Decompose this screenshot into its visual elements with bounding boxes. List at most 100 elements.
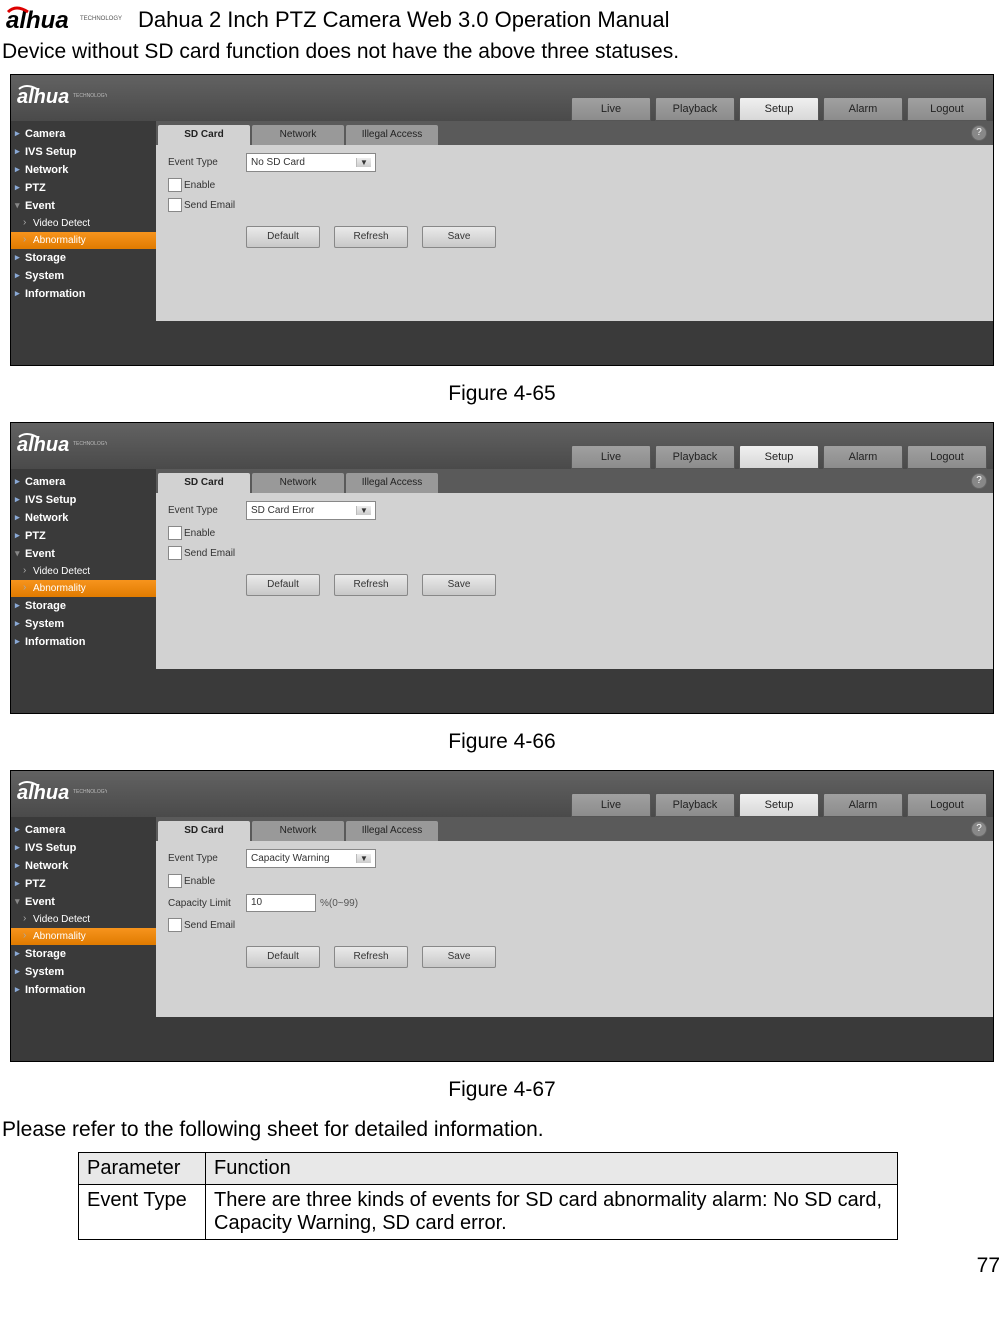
- parameter-table: Parameter Function Event Type There are …: [78, 1152, 898, 1240]
- figure-4-65-screenshot: alhuaTECHNOLOGY Live Playback Setup Alar…: [10, 74, 994, 366]
- figure-4-67-screenshot: alhuaTECHNOLOGY Live Playback Setup Alar…: [10, 770, 994, 1062]
- sidebar-camera[interactable]: Camera: [11, 473, 156, 491]
- capacity-limit-label: Capacity Limit: [168, 898, 246, 909]
- nav-playback[interactable]: Playback: [655, 445, 735, 469]
- nav-live[interactable]: Live: [571, 97, 651, 121]
- help-icon[interactable]: ?: [971, 821, 987, 837]
- tab-network[interactable]: Network: [252, 821, 344, 841]
- sidebar-ivs[interactable]: IVS Setup: [11, 839, 156, 857]
- sidebar: Camera IVS Setup Network PTZ Event Video…: [11, 121, 156, 321]
- app-footer: [11, 669, 993, 713]
- sidebar-event[interactable]: Event: [11, 197, 156, 215]
- save-button[interactable]: Save: [422, 574, 496, 596]
- nav-setup[interactable]: Setup: [739, 97, 819, 121]
- svg-text:alhua: alhua: [17, 782, 69, 804]
- refer-line: Please refer to the following sheet for …: [2, 1118, 1002, 1142]
- sidebar-event[interactable]: Event: [11, 545, 156, 563]
- help-icon[interactable]: ?: [971, 125, 987, 141]
- sidebar-ivs[interactable]: IVS Setup: [11, 143, 156, 161]
- nav-setup[interactable]: Setup: [739, 445, 819, 469]
- save-button[interactable]: Save: [422, 226, 496, 248]
- sidebar-information[interactable]: Information: [11, 285, 156, 303]
- sidebar-network[interactable]: Network: [11, 161, 156, 179]
- sidebar-video-detect[interactable]: Video Detect: [11, 911, 156, 928]
- figure-caption-2: Figure 4-66: [0, 730, 1004, 754]
- default-button[interactable]: Default: [246, 226, 320, 248]
- send-email-checkbox[interactable]: [168, 546, 182, 560]
- sidebar-video-detect[interactable]: Video Detect: [11, 215, 156, 232]
- enable-checkbox[interactable]: [168, 526, 182, 540]
- nav-live[interactable]: Live: [571, 793, 651, 817]
- sidebar-abnormality[interactable]: Abnormality: [11, 580, 156, 597]
- sidebar-abnormality[interactable]: Abnormality: [11, 232, 156, 249]
- tab-sdcard[interactable]: SD Card: [158, 473, 250, 493]
- sidebar-information[interactable]: Information: [11, 633, 156, 651]
- table-header-function: Function: [206, 1153, 898, 1185]
- tab-network[interactable]: Network: [252, 473, 344, 493]
- refresh-button[interactable]: Refresh: [334, 574, 408, 596]
- sidebar-abnormality[interactable]: Abnormality: [11, 928, 156, 945]
- enable-label: Enable: [184, 528, 215, 539]
- tab-illegal-access[interactable]: Illegal Access: [346, 473, 438, 493]
- sidebar-storage[interactable]: Storage: [11, 945, 156, 963]
- nav-playback[interactable]: Playback: [655, 793, 735, 817]
- nav-alarm[interactable]: Alarm: [823, 793, 903, 817]
- alhua-logo: alhua TECHNOLOGY: [6, 4, 126, 36]
- sidebar-event[interactable]: Event: [11, 893, 156, 911]
- main-panel: SD Card Network Illegal Access ? Event T…: [156, 121, 993, 321]
- event-type-select[interactable]: Capacity Warning▼: [246, 849, 376, 868]
- refresh-button[interactable]: Refresh: [334, 226, 408, 248]
- send-email-checkbox[interactable]: [168, 198, 182, 212]
- tab-illegal-access[interactable]: Illegal Access: [346, 821, 438, 841]
- default-button[interactable]: Default: [246, 574, 320, 596]
- sidebar-ptz[interactable]: PTZ: [11, 179, 156, 197]
- sidebar-storage[interactable]: Storage: [11, 249, 156, 267]
- event-type-select[interactable]: No SD Card▼: [246, 153, 376, 172]
- tab-sdcard[interactable]: SD Card: [158, 821, 250, 841]
- sidebar-system[interactable]: System: [11, 267, 156, 285]
- sidebar-storage[interactable]: Storage: [11, 597, 156, 615]
- sidebar-camera[interactable]: Camera: [11, 821, 156, 839]
- sidebar-network[interactable]: Network: [11, 509, 156, 527]
- settings-form: Event Type No SD Card▼ Enable Send Email…: [156, 145, 993, 262]
- sidebar-video-detect[interactable]: Video Detect: [11, 563, 156, 580]
- sidebar-ptz[interactable]: PTZ: [11, 875, 156, 893]
- app-logo: alhuaTECHNOLOGY: [17, 83, 107, 113]
- save-button[interactable]: Save: [422, 946, 496, 968]
- nav-alarm[interactable]: Alarm: [823, 97, 903, 121]
- button-row: Default Refresh Save: [246, 574, 981, 596]
- sidebar-system[interactable]: System: [11, 963, 156, 981]
- sidebar-camera[interactable]: Camera: [11, 125, 156, 143]
- enable-checkbox[interactable]: [168, 874, 182, 888]
- send-email-checkbox[interactable]: [168, 918, 182, 932]
- help-icon[interactable]: ?: [971, 473, 987, 489]
- table-header-parameter: Parameter: [79, 1153, 206, 1185]
- nav-playback[interactable]: Playback: [655, 97, 735, 121]
- sidebar-network[interactable]: Network: [11, 857, 156, 875]
- settings-form: Event Type Capacity Warning▼ Enable Capa…: [156, 841, 993, 982]
- svg-text:TECHNOLOGY: TECHNOLOGY: [73, 93, 107, 99]
- refresh-button[interactable]: Refresh: [334, 946, 408, 968]
- sidebar-information[interactable]: Information: [11, 981, 156, 999]
- enable-checkbox[interactable]: [168, 178, 182, 192]
- event-type-label: Event Type: [168, 853, 246, 864]
- sidebar-system[interactable]: System: [11, 615, 156, 633]
- event-type-select[interactable]: SD Card Error▼: [246, 501, 376, 520]
- nav-logout[interactable]: Logout: [907, 793, 987, 817]
- nav-logout[interactable]: Logout: [907, 445, 987, 469]
- nav-setup[interactable]: Setup: [739, 793, 819, 817]
- sidebar-ivs[interactable]: IVS Setup: [11, 491, 156, 509]
- nav-logout[interactable]: Logout: [907, 97, 987, 121]
- tab-sdcard[interactable]: SD Card: [158, 125, 250, 145]
- tab-network[interactable]: Network: [252, 125, 344, 145]
- svg-text:TECHNOLOGY: TECHNOLOGY: [73, 441, 107, 447]
- app-footer: [11, 1017, 993, 1061]
- tab-illegal-access[interactable]: Illegal Access: [346, 125, 438, 145]
- sidebar-ptz[interactable]: PTZ: [11, 527, 156, 545]
- top-nav: Live Playback Setup Alarm Logout: [571, 445, 987, 469]
- app-header: alhuaTECHNOLOGY Live Playback Setup Alar…: [11, 771, 993, 817]
- nav-alarm[interactable]: Alarm: [823, 445, 903, 469]
- capacity-limit-input[interactable]: 10: [246, 894, 316, 912]
- nav-live[interactable]: Live: [571, 445, 651, 469]
- default-button[interactable]: Default: [246, 946, 320, 968]
